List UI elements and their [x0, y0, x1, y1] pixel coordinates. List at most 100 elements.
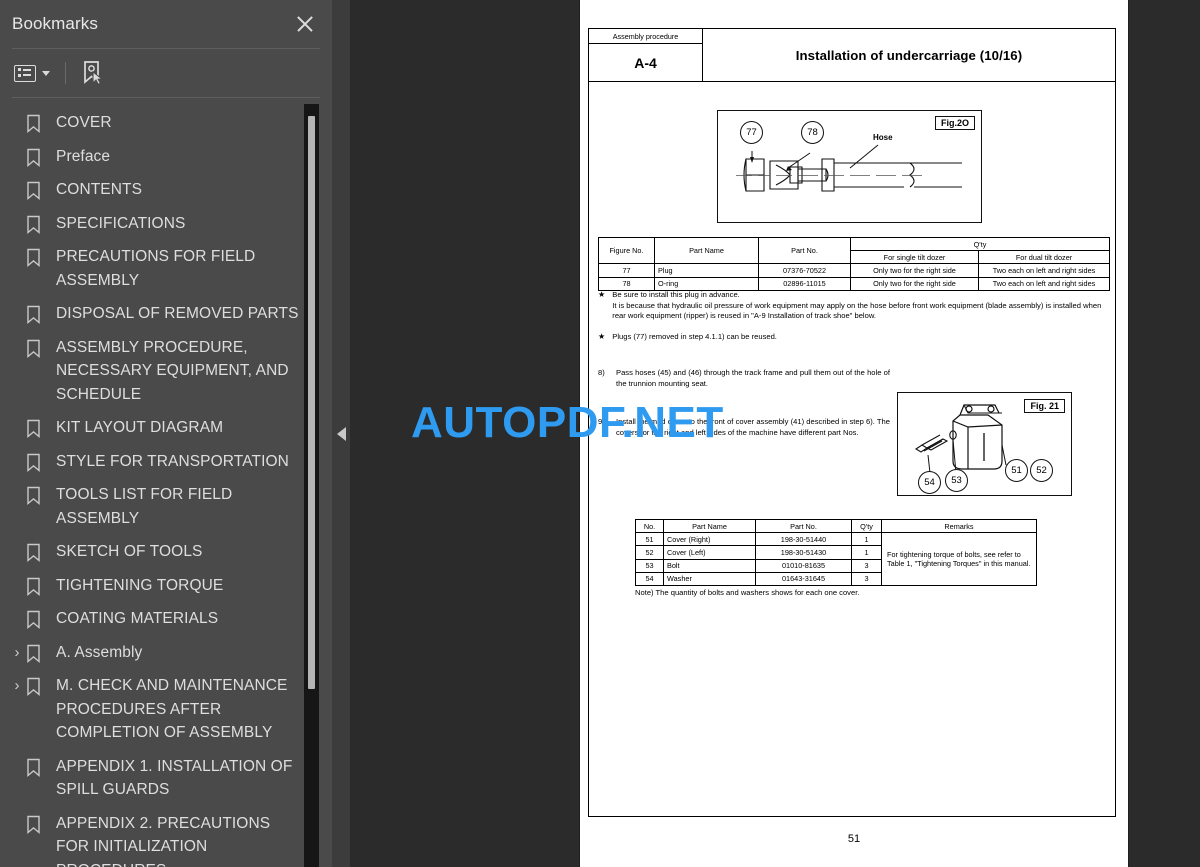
- table2-header-row: No. Part Name Part No. Q'ty Remarks: [635, 518, 1037, 534]
- bookmark-item-label: ASSEMBLY PROCEDURE, NECESSARY EQUIPMENT,…: [56, 338, 289, 403]
- chevron-down-icon: [42, 70, 50, 76]
- cell-dual: Two each on left and right sides: [978, 263, 1110, 278]
- bookmark-ribbon-icon: [26, 574, 48, 596]
- callout-52: 52: [1030, 459, 1053, 482]
- step-9: 9) Install the mud cover to the front of…: [598, 416, 890, 438]
- bookmark-ribbon-icon: [26, 540, 48, 562]
- cell-part-no: 02896-11015: [758, 276, 851, 291]
- bookmark-ribbon-icon: [26, 812, 48, 834]
- bookmark-item-label: STYLE FOR TRANSPORTATION: [56, 452, 289, 470]
- bookmark-ribbon-icon: [26, 755, 48, 777]
- cell-part-name: Plug: [654, 263, 759, 278]
- parts-table-1: Figure No. Part Name Part No. Q'ty For s…: [598, 236, 1110, 291]
- bookmark-item-label: M. CHECK AND MAINTENANCE PROCEDURES AFTE…: [56, 677, 288, 741]
- cell-part-no: 198-30-51430: [755, 545, 852, 560]
- bookmark-ribbon-icon: [26, 416, 48, 438]
- bookmarks-scrollbar[interactable]: [304, 104, 319, 867]
- th-part-name: Part Name: [654, 236, 759, 265]
- panel-title: Bookmarks: [12, 14, 98, 33]
- bookmark-item[interactable]: ›CONTENTS: [0, 173, 332, 207]
- bookmark-item[interactable]: ›SKETCH OF TOOLS: [0, 535, 332, 569]
- expand-chevron-icon[interactable]: ›: [8, 641, 26, 664]
- bookmark-item[interactable]: ›DISPOSAL OF REMOVED PARTS: [0, 297, 332, 331]
- bookmark-item[interactable]: ›APPENDIX 1. INSTALLATION OF SPILL GUARD…: [0, 750, 332, 807]
- panel-collapse-button[interactable]: [332, 0, 350, 867]
- bookmark-item[interactable]: › M. CHECK AND MAINTENANCE PROCEDURES AFT…: [0, 669, 332, 750]
- new-bookmark-button[interactable]: [79, 57, 107, 89]
- cell-qty: 1: [851, 545, 882, 560]
- th-figure-no: Figure No.: [598, 236, 655, 265]
- bookmark-item[interactable]: ›APPENDIX 2. PRECAUTIONS FOR INITIALIZAT…: [0, 807, 332, 867]
- collapse-left-icon: [336, 426, 346, 441]
- cell-part-name: Cover (Right): [663, 532, 756, 547]
- bookmark-item[interactable]: ›COATING MATERIALS: [0, 602, 332, 636]
- cell-part-name: Washer: [663, 571, 756, 586]
- cell-qty: 3: [851, 571, 882, 586]
- bookmark-item-label: TIGHTENING TORQUE: [56, 576, 224, 594]
- step-8-number: 8): [598, 368, 605, 377]
- bookmark-item[interactable]: ›STYLE FOR TRANSPORTATION: [0, 445, 332, 479]
- cell-qty: 1: [851, 532, 882, 547]
- bookmark-item-label: APPENDIX 2. PRECAUTIONS FOR INITIALIZATI…: [56, 814, 271, 867]
- star-bullet: ★: [598, 290, 606, 299]
- bookmark-ribbon-icon: [26, 111, 48, 133]
- pdf-viewer[interactable]: Assembly procedure A-4 Installation of u…: [350, 0, 1200, 867]
- figure-20: Fig.2O 77 78 Hose: [717, 110, 982, 223]
- bookmark-ribbon-icon: [26, 450, 48, 472]
- cell-single: Only two for the right side: [850, 263, 979, 278]
- bookmark-item-label: A. Assembly: [56, 643, 143, 661]
- bookmark-item[interactable]: ›KIT LAYOUT DIAGRAM: [0, 411, 332, 445]
- bookmark-item-label: SPECIFICATIONS: [56, 214, 186, 232]
- close-icon[interactable]: [292, 11, 318, 37]
- table-header-row: Figure No. Part Name Part No. Q'ty: [598, 236, 1110, 265]
- bookmark-ribbon-icon: [26, 607, 48, 629]
- cell-part-no: 01010-81635: [755, 558, 852, 573]
- th2-qty: Q'ty: [851, 518, 882, 534]
- bookmark-ribbon-icon: [26, 336, 48, 358]
- callout-77: 77: [740, 121, 763, 144]
- bookmark-ribbon-icon: [26, 212, 48, 234]
- bookmark-item[interactable]: ›TIGHTENING TORQUE: [0, 569, 332, 603]
- note-1-line-1: Be sure to install this plug in advance.: [612, 290, 740, 299]
- table-row: 78 O-ring 02896-11015 Only two for the righ…: [598, 276, 1110, 291]
- table-row: 51 Cover (Right) 198-30-51440 1 For tighteni…: [635, 532, 1037, 586]
- bookmarks-list[interactable]: ›COVER›Preface›CONTENTS›SPECIFICATIONS›P…: [0, 97, 332, 867]
- bookmark-item-label: DISPOSAL OF REMOVED PARTS: [56, 305, 299, 322]
- procedure-label: Assembly procedure: [589, 29, 702, 44]
- pdf-page: Assembly procedure A-4 Installation of u…: [580, 0, 1128, 867]
- bookmark-item[interactable]: ›ASSEMBLY PROCEDURE, NECESSARY EQUIPMENT…: [0, 331, 332, 412]
- bookmark-ribbon-icon: [26, 245, 48, 267]
- cell-part-name: Cover (Left): [663, 545, 756, 560]
- bookmark-ribbon-icon: [26, 145, 48, 167]
- cell-part-name: Bolt: [663, 558, 756, 573]
- star-bullet-2: ★: [598, 332, 606, 341]
- note-2: ★ Plugs (77) removed in step 4.1.1) can …: [598, 332, 1110, 343]
- expand-chevron-icon[interactable]: ›: [8, 674, 26, 697]
- step-9-text: Install the mud cover to the front of co…: [616, 417, 890, 437]
- list-options-button[interactable]: [12, 62, 52, 85]
- cell-figure-no: 77: [598, 263, 655, 278]
- bookmark-item[interactable]: ›SPECIFICATIONS: [0, 207, 332, 241]
- scrollbar-thumb[interactable]: [308, 116, 315, 689]
- bookmark-item-label: COVER: [56, 114, 112, 131]
- parts-table-2: No. Part Name Part No. Q'ty Remarks 51 Co…: [635, 518, 1037, 586]
- bookmark-item[interactable]: ›TOOLS LIST FOR FIELD ASSEMBLY: [0, 478, 332, 535]
- bookmarks-panel: Bookmarks COVER Preface CONTENTS SPECIFI…: [0, 0, 332, 867]
- toolbar-divider: [65, 62, 66, 84]
- bookmark-item[interactable]: ›PRECAUTIONS FOR FIELD ASSEMBLY: [0, 240, 332, 297]
- bookmark-ribbon-icon: [26, 178, 48, 200]
- procedure-code: A-4: [634, 54, 657, 71]
- bookmark-item-label: SKETCH OF TOOLS: [56, 543, 203, 560]
- bookmark-item-label: KIT LAYOUT DIAGRAM: [56, 419, 224, 436]
- bookmark-item[interactable]: ›COVER: [0, 106, 332, 140]
- note-1: ★ Be sure to install this plug in advanc…: [598, 290, 1110, 322]
- bookmarks-toolbar: [0, 49, 332, 97]
- cell-dual: Two each on left and right sides: [978, 276, 1110, 291]
- bookmark-item[interactable]: › A. Assembly: [0, 636, 332, 670]
- cell-part-no: 01643-31645: [755, 571, 852, 586]
- bookmark-item-label: Preface: [56, 147, 111, 165]
- bookmark-item[interactable]: ›Preface: [0, 140, 332, 174]
- table-row: 77 Plug 07376-70522 Only two for the right …: [598, 263, 1110, 278]
- bookmark-item-label: COATING MATERIALS: [56, 610, 219, 627]
- figure-21: Fig. 21 51 52 53 54: [897, 392, 1072, 496]
